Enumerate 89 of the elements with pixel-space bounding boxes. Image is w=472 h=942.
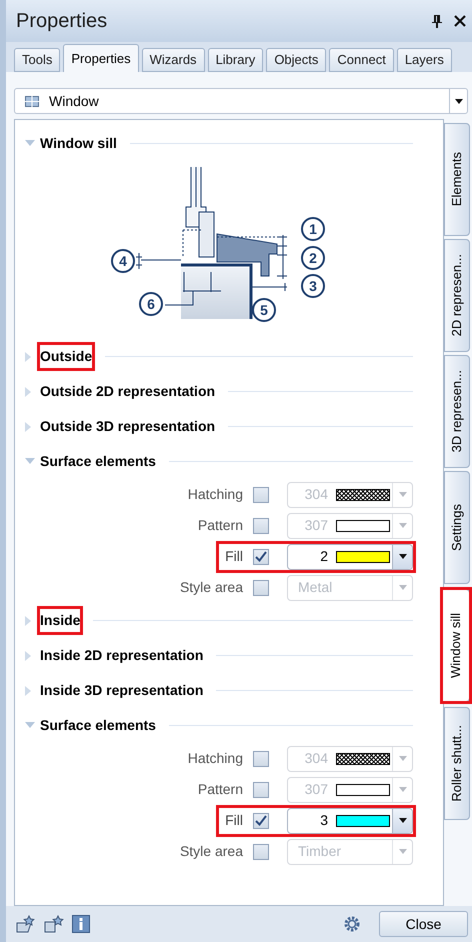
tab[interactable]: Wizards [142, 48, 205, 72]
section-heading[interactable]: Inside 2D representation [39, 645, 204, 666]
caret-icon [398, 818, 406, 823]
caret-icon [454, 98, 462, 104]
pattern-swatch [336, 520, 390, 532]
hatch-swatch [336, 488, 390, 500]
checkbox[interactable] [253, 782, 269, 798]
field-label: Hatching [188, 485, 243, 504]
field-label: Pattern [198, 780, 243, 799]
field-label: Pattern [198, 516, 243, 535]
side-tab[interactable]: Roller shutt... [444, 707, 470, 820]
expand-arrow-icon[interactable] [25, 616, 31, 626]
checkbox[interactable] [253, 518, 269, 534]
collapse-arrow-icon[interactable] [25, 140, 35, 147]
field-label: Hatching [188, 749, 243, 768]
section-heading[interactable]: Outside 2D representation [39, 381, 216, 402]
caret-icon [398, 787, 406, 792]
expand-arrow-icon[interactable] [25, 386, 31, 396]
section-heading[interactable]: Inside [39, 608, 82, 633]
value-text: 304 [304, 485, 328, 504]
checkbox[interactable] [253, 548, 269, 564]
callout-number: 6 [147, 296, 155, 312]
caret-icon [398, 523, 406, 528]
tab[interactable]: Tools [14, 48, 60, 72]
side-tab[interactable]: Settings [444, 471, 470, 584]
select-value: Window [49, 92, 100, 110]
callout-number: 1 [309, 221, 317, 237]
checkbox[interactable] [253, 844, 269, 860]
section-heading[interactable]: Surface elements [39, 451, 157, 472]
caret-icon [398, 492, 406, 497]
checkbox[interactable] [253, 812, 269, 828]
caret-icon [398, 849, 406, 854]
pin-icon[interactable] [432, 14, 442, 28]
element-select[interactable]: Window [14, 88, 468, 114]
close-icon[interactable] [454, 15, 466, 27]
expand-arrow-icon[interactable] [25, 352, 31, 362]
callout-number: 2 [309, 250, 317, 266]
section-heading[interactable]: Window sill [39, 133, 118, 154]
callout-number: 5 [260, 302, 268, 318]
checkbox[interactable] [253, 750, 269, 766]
info-icon[interactable] [72, 915, 90, 933]
check-icon [255, 815, 267, 826]
field-label: Fill [225, 547, 243, 566]
value-text: 2 [319, 547, 328, 566]
value-text: Metal [298, 578, 332, 597]
tab[interactable]: Connect [329, 48, 394, 72]
callout-number: 3 [309, 278, 317, 294]
value-text: 307 [304, 780, 328, 799]
value-text: 3 [319, 811, 328, 830]
value-text: 307 [304, 516, 328, 535]
tab[interactable]: Layers [396, 48, 452, 72]
section-heading[interactable]: Outside 3D representation [39, 416, 216, 437]
side-tab[interactable]: 2D represen... [444, 239, 470, 352]
expand-arrow-icon[interactable] [25, 422, 31, 432]
callout-number: 4 [119, 253, 127, 269]
close-button[interactable]: Close [379, 911, 468, 937]
value-text: Timber [298, 842, 342, 861]
window-grid-icon [25, 96, 39, 106]
caret-icon [398, 554, 406, 559]
value-dropdown[interactable]: 3 [287, 808, 413, 834]
side-tab[interactable]: Window sill [442, 589, 470, 702]
section-heading[interactable]: Surface elements [39, 715, 157, 736]
section-heading[interactable]: Outside [39, 344, 94, 369]
tab[interactable]: Library [208, 48, 264, 72]
collapse-arrow-icon[interactable] [25, 722, 35, 729]
side-tab[interactable]: Elements [444, 123, 470, 236]
field-label: Style area [180, 578, 243, 597]
hatch-swatch [336, 752, 390, 764]
checkbox[interactable] [253, 580, 269, 596]
collapse-arrow-icon[interactable] [25, 458, 35, 465]
pattern-swatch [336, 784, 390, 796]
caret-icon [398, 585, 406, 590]
value-text: 304 [304, 749, 328, 768]
expand-arrow-icon[interactable] [25, 686, 31, 696]
folder-star-icon[interactable] [16, 915, 36, 933]
building-star-icon[interactable] [44, 915, 64, 933]
tab[interactable]: Objects [266, 48, 326, 72]
checkbox[interactable] [253, 486, 269, 502]
tab[interactable]: Properties [63, 44, 139, 72]
section-heading[interactable]: Inside 3D representation [39, 680, 204, 701]
window-title: Properties [16, 9, 108, 34]
value-dropdown[interactable]: 2 [287, 544, 413, 570]
side-tab[interactable]: 3D represen... [444, 355, 470, 468]
field-label: Style area [180, 842, 243, 861]
field-label: Fill [225, 811, 243, 830]
caret-icon [398, 756, 406, 761]
expand-arrow-icon[interactable] [25, 650, 31, 660]
check-icon [255, 551, 267, 562]
settings-icon[interactable] [343, 915, 361, 933]
